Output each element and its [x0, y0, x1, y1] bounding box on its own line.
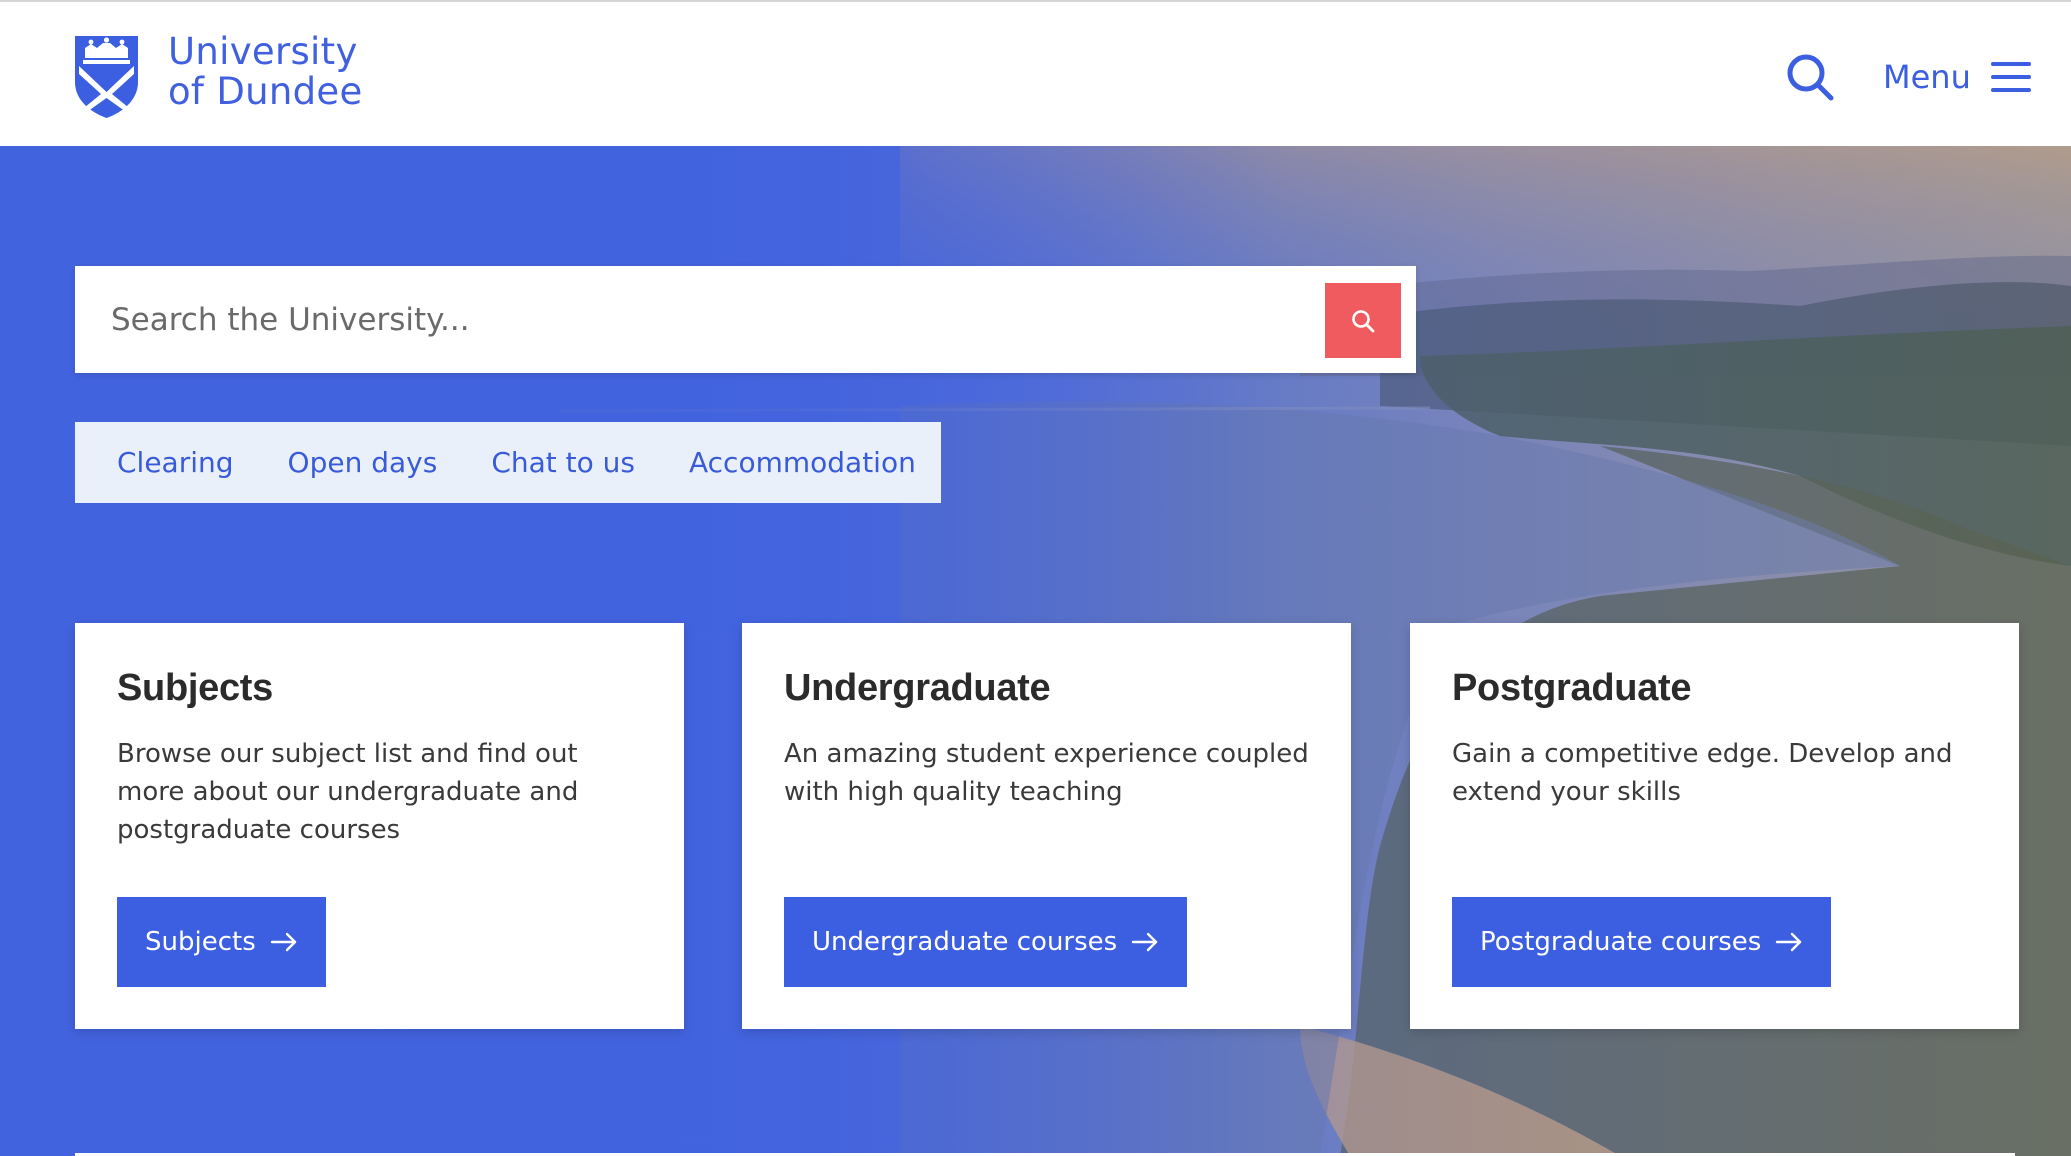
search-icon [1787, 54, 1834, 101]
quick-link-open-days[interactable]: Open days [288, 446, 438, 479]
quick-link-clearing[interactable]: Clearing [117, 446, 234, 479]
university-logo-link[interactable]: University of Dundee [73, 32, 363, 120]
arrow-right-icon [1776, 932, 1802, 952]
menu-label: Menu [1883, 58, 1971, 96]
hamburger-icon [1990, 62, 2031, 92]
logo-line-2: of Dundee [168, 70, 363, 113]
header-search-button[interactable] [1785, 52, 1835, 102]
undergraduate-courses-button[interactable]: Undergraduate courses [784, 897, 1188, 987]
subjects-button[interactable]: Subjects [117, 897, 326, 987]
site-header: University of Dundee Menu [0, 0, 2071, 146]
arrow-right-icon [1132, 932, 1158, 952]
button-label: Undergraduate courses [812, 927, 1118, 957]
quick-link-chat-to-us[interactable]: Chat to us [491, 446, 635, 479]
logo-line-1: University [168, 30, 358, 73]
postgraduate-courses-button[interactable]: Postgraduate courses [1452, 897, 1832, 987]
search-icon [1352, 309, 1375, 332]
logo-wordmark: University of Dundee [168, 32, 363, 112]
card-postgraduate: Postgraduate Gain a competitive edge. De… [1410, 623, 2019, 1029]
card-undergraduate: Undergraduate An amazing student experie… [742, 623, 1351, 1029]
quick-links-bar: Clearing Open days Chat to us Accommodat… [75, 422, 941, 503]
card-subjects: Subjects Browse our subject list and fin… [75, 623, 684, 1029]
arrow-right-icon [270, 932, 296, 952]
card-title: Undergraduate [784, 667, 1051, 709]
search-input[interactable] [111, 266, 1311, 373]
button-label: Postgraduate courses [1480, 927, 1762, 957]
quick-link-accommodation[interactable]: Accommodation [689, 446, 916, 479]
card-title: Subjects [117, 667, 273, 709]
university-crest-icon [75, 36, 138, 118]
card-description: Gain a competitive edge. Develop and ext… [1452, 739, 1953, 807]
search-submit-button[interactable] [1325, 283, 1401, 358]
button-label: Subjects [145, 927, 256, 957]
menu-button[interactable]: Menu [1883, 52, 2033, 102]
university-search-form [75, 266, 1416, 373]
card-title: Postgraduate [1452, 667, 1692, 709]
card-description: An amazing student experience coupled wi… [784, 739, 1309, 807]
card-description: Browse our subject list and find out mor… [117, 739, 579, 845]
